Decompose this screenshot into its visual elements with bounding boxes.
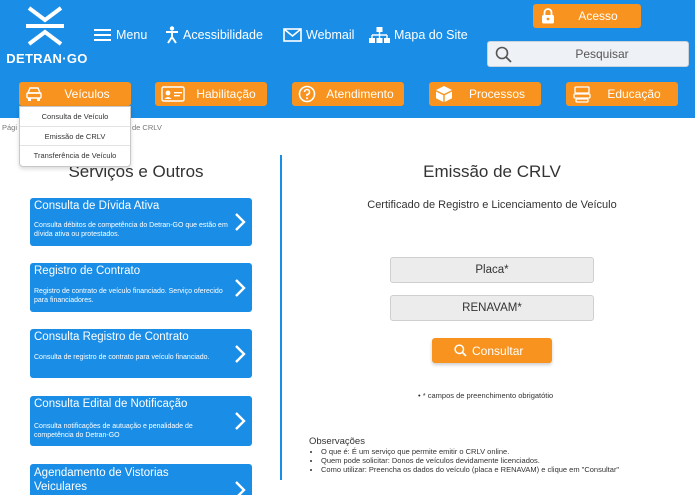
category-label: Habilitação	[196, 87, 256, 101]
chevron-right-icon	[235, 412, 246, 430]
category-label: Veículos	[64, 87, 110, 101]
logo-mark-icon	[26, 6, 64, 46]
category-label: Processos	[468, 87, 526, 101]
placa-input[interactable]	[390, 257, 594, 283]
search-input[interactable]	[518, 44, 686, 64]
card-title: Consulta de Dívida Ativa	[34, 200, 160, 212]
help-icon	[298, 85, 316, 103]
observacoes-list: O que é: É um serviço que permite emitir…	[321, 447, 679, 474]
card-description: Registro de contrato de veículo financia…	[34, 288, 223, 304]
dropdown-item-emissao-crlv[interactable]: Emissão de CRLV	[20, 127, 130, 146]
card-divida-ativa[interactable]: Consulta de Dívida Ativa Consulta débito…	[30, 198, 252, 246]
search-box	[487, 41, 689, 67]
card-title: Consulta Registro de Contrato	[34, 331, 189, 343]
chevron-right-icon	[235, 213, 246, 231]
acesso-button[interactable]: Acesso	[533, 4, 641, 28]
observacoes-title: Observações	[309, 436, 365, 447]
card-edital-notificacao[interactable]: Consulta Edital de Notificação Consulta …	[30, 396, 252, 446]
category-habilitacao[interactable]: Habilitação	[155, 82, 267, 106]
category-label: Atendimento	[326, 87, 394, 101]
acessibilidade-link[interactable]: Acessibilidade	[165, 22, 263, 48]
card-title: Agendamento de Vistorias Veiculares	[34, 467, 169, 493]
card-title: Registro de Contrato	[34, 265, 141, 277]
consultar-label: Consultar	[472, 344, 524, 358]
mapa-site-label: Mapa do Site	[394, 28, 468, 42]
box-icon	[436, 86, 452, 102]
card-registro-contrato[interactable]: Registro de Contrato Registro de contrat…	[30, 263, 252, 312]
breadcrumb: Pági de CRLV	[2, 123, 162, 132]
menu-label: Menu	[116, 28, 148, 42]
list-item: Como utilizar: Preencha os dados do veíc…	[321, 465, 679, 474]
cnh-icon	[161, 86, 185, 102]
acessibilidade-label: Acessibilidade	[183, 28, 263, 42]
search-icon[interactable]	[495, 46, 512, 63]
header: DETRAN·GO Menu Acessibilidade Webmail Ma…	[0, 0, 695, 78]
card-agendamento-vistorias[interactable]: Agendamento de Vistorias Veiculares	[30, 464, 252, 495]
brand-name: DETRAN·GO	[6, 51, 88, 66]
mapa-site-link[interactable]: Mapa do Site	[369, 22, 468, 48]
required-note: • * campos de preenchimento obrigatótio	[418, 391, 553, 400]
category-processos[interactable]: Processos	[429, 82, 541, 106]
sitemap-icon	[369, 27, 390, 43]
search-icon	[454, 344, 467, 357]
acesso-label: Acesso	[578, 9, 618, 23]
menu-link[interactable]: Menu	[94, 22, 147, 48]
dropdown-item-transferencia[interactable]: Transferência de Veículo	[20, 146, 130, 166]
bullet: •	[418, 391, 421, 400]
category-educacao[interactable]: Educação	[566, 82, 678, 106]
required-note-text: * campos de preenchimento obrigatótio	[422, 391, 554, 400]
hamburger-icon	[94, 29, 111, 41]
consultar-button[interactable]: Consultar	[432, 338, 552, 363]
list-item: O que é: É um serviço que permite emitir…	[321, 447, 679, 456]
category-veiculos[interactable]: Veículos	[19, 82, 131, 106]
card-description: Consulta débitos de competência do Detra…	[34, 222, 228, 238]
chevron-right-icon	[235, 481, 246, 495]
car-icon	[26, 87, 42, 101]
card-description: Consulta notificações de autuação e pena…	[34, 423, 193, 439]
webmail-label: Webmail	[306, 28, 355, 42]
breadcrumb-current: de CRLV	[132, 123, 162, 132]
category-label: Educação	[607, 87, 661, 101]
list-item: Quem pode solicitar: Donos de veículos d…	[321, 456, 679, 465]
renavam-input[interactable]	[390, 295, 594, 321]
card-description: Consulta de registro de contrato para ve…	[34, 354, 210, 361]
mail-icon	[283, 28, 302, 42]
page-title: Emissão de CRLV	[423, 162, 561, 181]
webmail-link[interactable]: Webmail	[283, 22, 354, 48]
accessibility-icon	[166, 26, 178, 44]
book-icon	[573, 86, 591, 103]
chevron-right-icon	[235, 279, 246, 297]
chevron-right-icon	[235, 345, 246, 363]
lock-icon	[542, 8, 554, 24]
card-consulta-registro-contrato[interactable]: Consulta Registro de Contrato Consulta d…	[30, 329, 252, 378]
veiculos-dropdown: Consulta de Veículo Emissão de CRLV Tran…	[19, 106, 131, 167]
detran-logo[interactable]: DETRAN·GO	[4, 6, 88, 68]
card-title: Consulta Edital de Notificação	[34, 398, 188, 410]
category-atendimento[interactable]: Atendimento	[292, 82, 404, 106]
page-subtitle: Certificado de Registro e Licenciamento …	[367, 199, 617, 211]
breadcrumb-start[interactable]: Pági	[2, 123, 17, 132]
observacoes: Observações O que é: É um serviço que pe…	[309, 436, 679, 474]
dropdown-item-consulta-veiculo[interactable]: Consulta de Veículo	[20, 107, 130, 127]
column-divider	[280, 155, 282, 480]
